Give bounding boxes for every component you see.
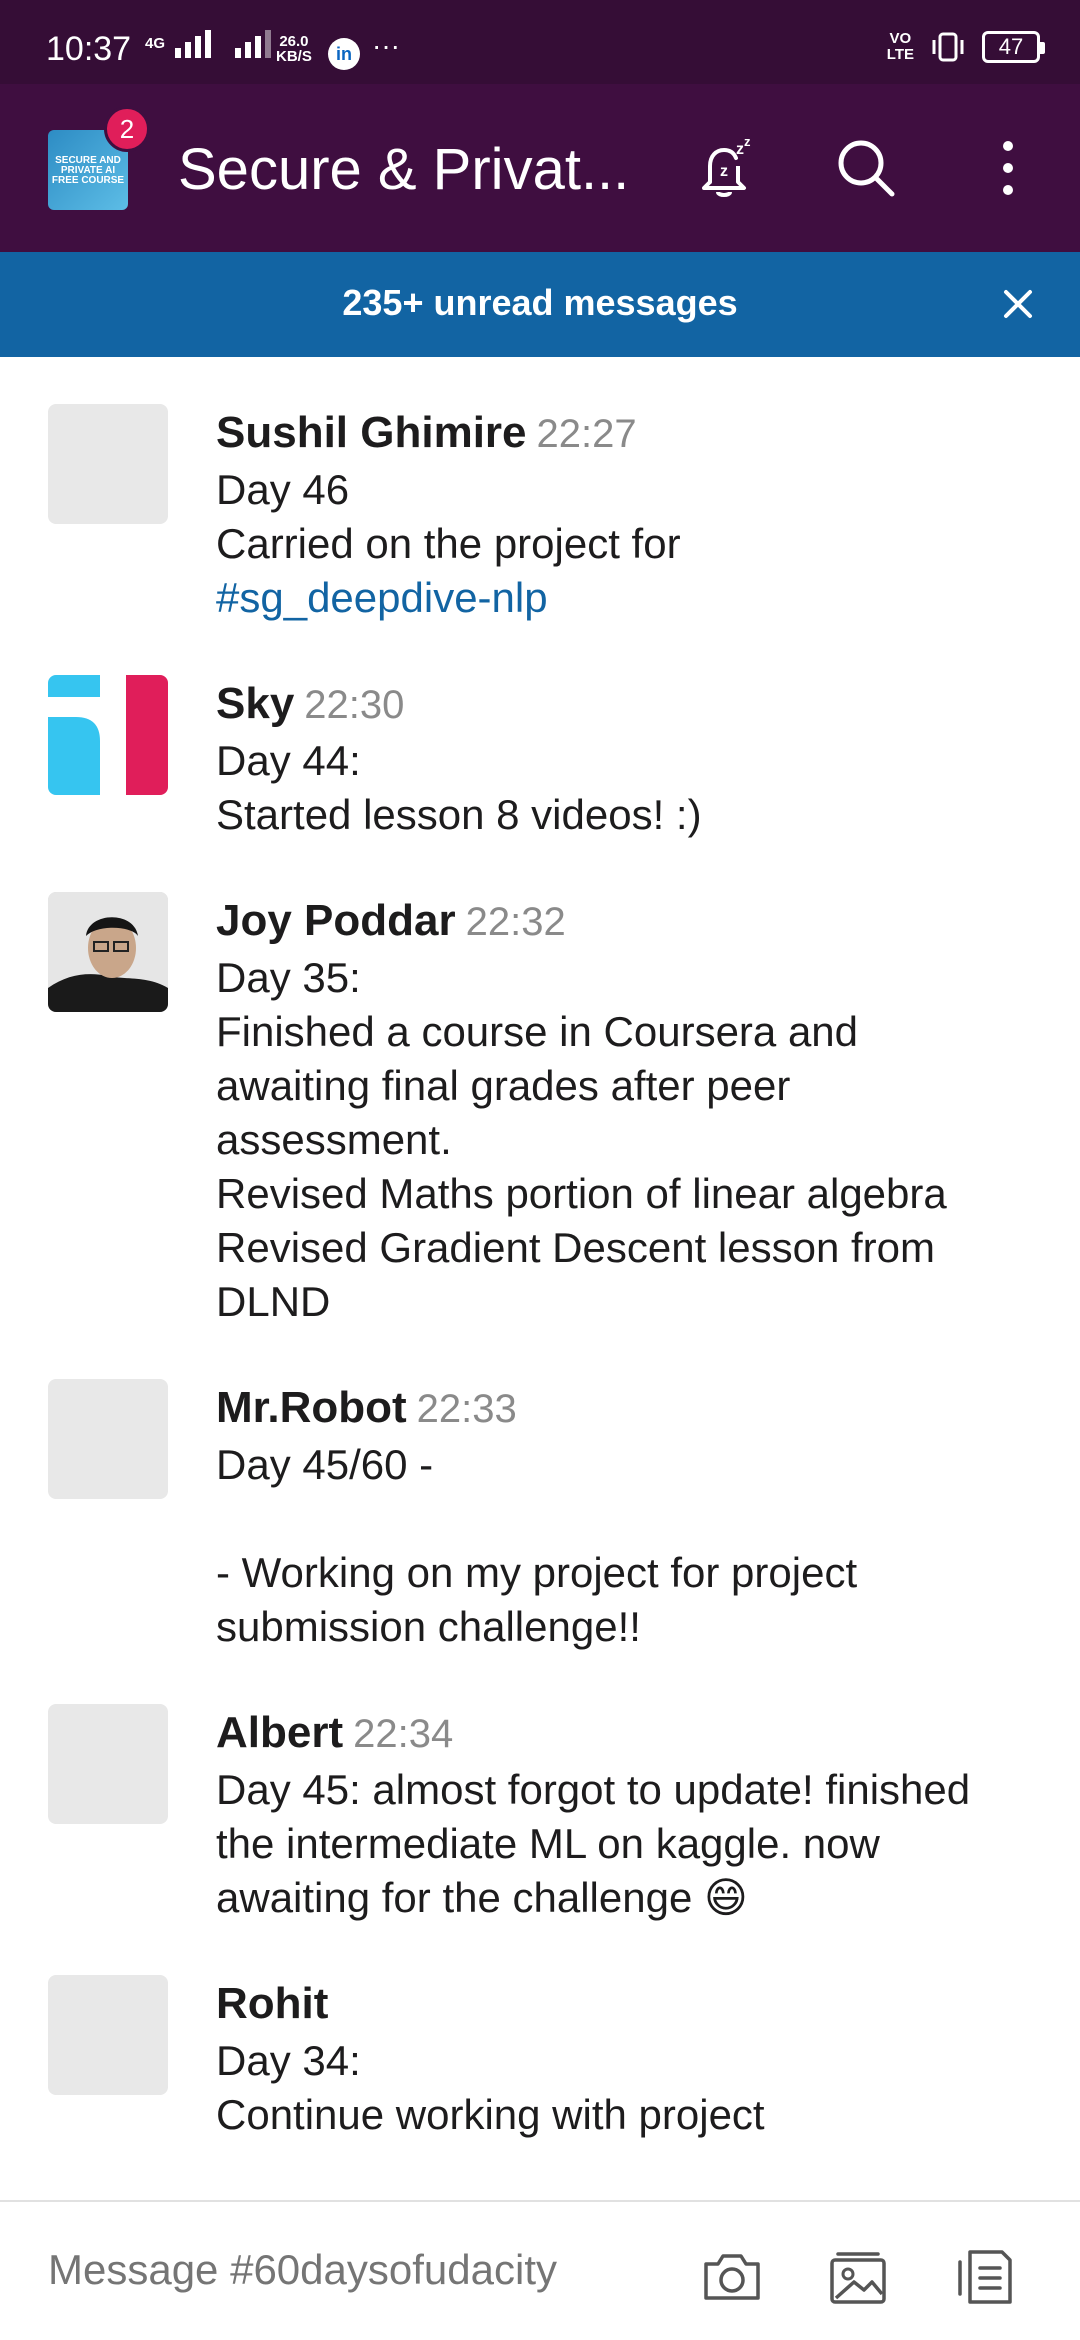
message-time: 22:32: [465, 900, 566, 944]
svg-text:z: z: [720, 163, 728, 180]
gallery-icon[interactable]: [824, 2242, 892, 2310]
network-speed: 26.0 KB/S: [276, 33, 312, 65]
message-time: 22:33: [416, 1387, 517, 1431]
message-line: [216, 1492, 1046, 1546]
signal-icon-2: [235, 30, 272, 58]
message-header: Sushil Ghimire 22:27: [216, 404, 1046, 463]
battery-indicator: 47: [982, 31, 1045, 63]
message-line: Started lesson 8 videos! :): [216, 791, 702, 838]
message-body: Albert 22:34 Day 45: almost forgot to upd…: [216, 1704, 1046, 1925]
message-line: Day 45/60 -: [216, 1441, 434, 1488]
message-line: Day 44:: [216, 737, 361, 784]
channel-link[interactable]: #sg_deepdive-nlp: [216, 571, 1046, 625]
author-name[interactable]: Sky: [216, 679, 294, 728]
status-time: 10:37: [46, 30, 132, 68]
linkedin-icon: in: [328, 38, 360, 70]
vibrate-icon: [932, 32, 964, 62]
message-body: Sky 22:30 Day 44: Started lesson 8 videos…: [216, 675, 1046, 842]
status-bar: 10:37 4G 26.0 KB/S in ··· VO LTE 47: [0, 0, 1080, 84]
message-header: Albert 22:34: [216, 1704, 1046, 1763]
network-type: 4G: [145, 34, 166, 52]
message-body: Mr.Robot 22:33 Day 45/60 - - Working on m…: [216, 1379, 1046, 1654]
svg-text:z: z: [736, 141, 744, 158]
avatar[interactable]: [48, 404, 168, 524]
avatar[interactable]: [48, 1379, 168, 1499]
message-line: Day 34:: [216, 2037, 361, 2084]
message-line: assessment.: [216, 1116, 452, 1163]
avatar[interactable]: [48, 1975, 168, 2095]
author-name[interactable]: Mr.Robot: [216, 1383, 407, 1432]
app-bar: SECURE AND PRIVATE AI FREE COURSE 2 Secu…: [0, 84, 1080, 252]
message-line: the intermediate ML on kaggle. now: [216, 1820, 880, 1867]
camera-icon[interactable]: [698, 2242, 766, 2310]
signal-indicator: 4G: [145, 28, 279, 58]
message-header: Rohit: [216, 1975, 1046, 2034]
author-name[interactable]: Albert: [216, 1708, 343, 1757]
message-line: Finished a course in Coursera and: [216, 1008, 859, 1055]
svg-text:z: z: [744, 134, 751, 149]
message-header: Sky 22:30: [216, 675, 1046, 734]
message-time: 22:27: [536, 412, 637, 456]
avatar[interactable]: [48, 675, 168, 795]
message-line: - Working on my project for project: [216, 1549, 858, 1596]
unread-badge: 2: [104, 106, 150, 152]
message-line: Carried on the project for: [216, 520, 681, 567]
unread-banner-text[interactable]: 235+ unread messages: [0, 282, 1080, 324]
message-line: DLND: [216, 1278, 331, 1325]
avatar[interactable]: [48, 1704, 168, 1824]
message-line: Day 35:: [216, 954, 361, 1001]
message-input[interactable]: [48, 2246, 648, 2294]
message-line: submission challenge!!: [216, 1603, 641, 1650]
message-body: Rohit Day 34: Continue working with proj…: [216, 1975, 1046, 2142]
message-header: Mr.Robot 22:33: [216, 1379, 1046, 1438]
message-line: Day 46: [216, 466, 350, 513]
author-name[interactable]: Sushil Ghimire: [216, 408, 527, 457]
author-name[interactable]: Joy Poddar: [216, 896, 456, 945]
message-body: Joy Poddar 22:32 Day 35: Finished a cours…: [216, 892, 1046, 1329]
channel-title[interactable]: Secure & Privat...: [178, 136, 648, 203]
signal-icon: [175, 30, 212, 58]
bell-snooze-icon[interactable]: z z z: [686, 130, 762, 206]
more-notifications-icon: ···: [372, 30, 400, 61]
profile-photo: [48, 892, 168, 1012]
message-time: 22:30: [304, 683, 405, 727]
more-vertical-icon[interactable]: [970, 130, 1046, 206]
message-header: Joy Poddar 22:32: [216, 892, 1046, 951]
message-line: Day 45: almost forgot to update! finishe…: [216, 1766, 971, 1813]
search-icon[interactable]: [828, 130, 904, 206]
files-icon[interactable]: [950, 2242, 1018, 2310]
volte-indicator: VO LTE: [886, 30, 914, 63]
sky-avatar-image: [48, 675, 168, 795]
message-line: Revised Gradient Descent lesson from: [216, 1224, 935, 1271]
author-name[interactable]: Rohit: [216, 1979, 328, 2028]
message-body: Sushil Ghimire 22:27 Day 46 Carried on th…: [216, 404, 1046, 625]
workspace-avatar-text: SECURE AND PRIVATE AI FREE COURSE: [51, 155, 125, 186]
avatar[interactable]: [48, 892, 168, 1012]
message-composer: [0, 2202, 1080, 2340]
message-line: awaiting final grades after peer: [216, 1062, 791, 1109]
close-icon[interactable]: [990, 276, 1046, 332]
message-line: awaiting for the challenge 😄: [216, 1874, 748, 1921]
unread-banner[interactable]: 235+ unread messages: [0, 252, 1080, 357]
status-right: VO LTE 47: [886, 30, 1045, 64]
message-line: Revised Maths portion of linear algebra: [216, 1170, 947, 1217]
message-time: 22:34: [353, 1712, 454, 1756]
message-line: Continue working with project: [216, 2091, 765, 2138]
